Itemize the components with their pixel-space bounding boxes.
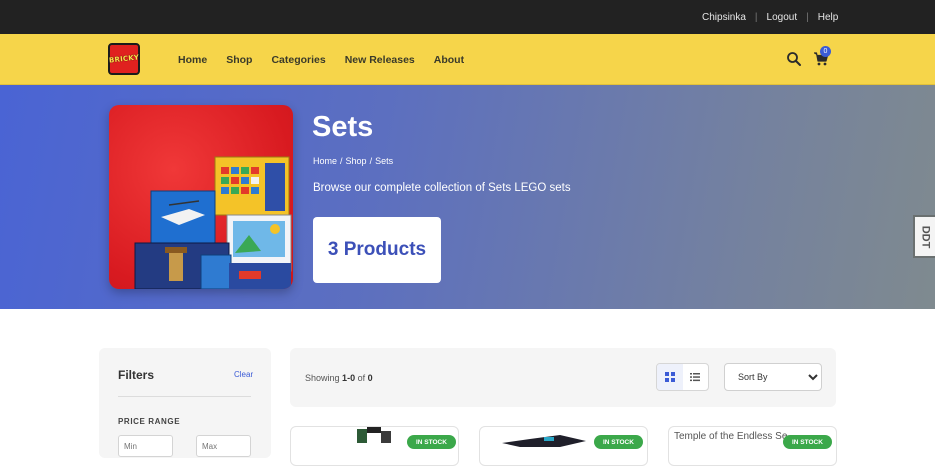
filters-title: Filters <box>118 368 155 382</box>
max-price-input[interactable] <box>196 435 251 457</box>
side-feedback-tab[interactable]: DDT <box>913 215 935 258</box>
list-view-button[interactable] <box>683 364 709 390</box>
separator: | <box>754 11 758 23</box>
view-toggle <box>656 363 709 391</box>
product-card[interactable]: IN STOCK <box>479 426 648 466</box>
nav-item-new-releases[interactable]: New Releases <box>345 54 415 66</box>
range-end: 0 <box>350 373 356 383</box>
side-tab-label: DDT <box>919 225 932 248</box>
breadcrumb-current: Sets <box>375 156 394 166</box>
results-total: 0 <box>367 373 373 383</box>
breadcrumb-separator: / <box>340 156 343 166</box>
breadcrumb-separator: / <box>369 156 373 166</box>
min-price-input[interactable] <box>118 435 173 457</box>
product-card[interactable]: IN STOCK <box>290 426 459 466</box>
showing-prefix: Showing <box>305 373 340 383</box>
price-range-label: PRICE RANGE <box>118 417 181 426</box>
account-links: Chipsinka | Logout | Help <box>702 0 838 34</box>
category-hero: Sets Home / Shop / Sets Browse our compl… <box>0 85 935 309</box>
lego-boxes-illustration <box>134 156 292 289</box>
filters-panel: Filters Clear PRICE RANGE <box>99 348 271 458</box>
grid-icon <box>664 372 675 382</box>
logo-text: BRICKY <box>108 53 140 65</box>
broken-image-alt: Temple of the Endless Se <box>674 431 788 442</box>
separator: | <box>806 11 809 23</box>
of-word: of <box>357 373 366 383</box>
product-image <box>357 427 391 443</box>
nav-menu: Home Shop Categories New Releases About <box>178 34 464 85</box>
breadcrumb-home[interactable]: Home <box>313 156 337 166</box>
top-utility-bar: Chipsinka | Logout | Help <box>0 0 935 34</box>
product-count: 3 Products <box>327 239 427 260</box>
nav-item-about[interactable]: About <box>434 54 464 66</box>
logout-link[interactable]: Logout <box>767 12 798 23</box>
category-image <box>109 105 293 289</box>
list-icon <box>690 373 701 382</box>
page-title: Sets <box>312 111 374 143</box>
cart-count-badge: 0 <box>820 46 831 57</box>
breadcrumb: Home / Shop / Sets <box>313 156 393 166</box>
nav-item-shop[interactable]: Shop <box>226 54 252 66</box>
brand-logo[interactable]: BRICKY <box>108 43 140 75</box>
main-navigation: BRICKY Home Shop Categories New Releases… <box>0 34 935 85</box>
category-description: Browse our complete collection of Sets L… <box>313 182 571 194</box>
help-link[interactable]: Help <box>818 12 839 23</box>
nav-item-categories[interactable]: Categories <box>271 54 325 66</box>
clear-filters-link[interactable]: Clear <box>234 370 253 379</box>
product-count-card: 3 Products <box>313 217 441 283</box>
product-card[interactable]: Temple of the Endless Se IN STOCK <box>668 426 837 466</box>
breadcrumb-shop[interactable]: Shop <box>346 156 367 166</box>
results-summary: Showing 1-0 of 0 <box>305 373 373 383</box>
product-image <box>502 435 586 447</box>
results-toolbar: Showing 1-0 of 0 Sort By <box>290 348 836 407</box>
username-link[interactable]: Chipsinka <box>702 12 746 23</box>
search-icon[interactable] <box>786 51 802 67</box>
divider <box>118 396 251 397</box>
nav-item-home[interactable]: Home <box>178 54 207 66</box>
sort-select[interactable]: Sort By <box>724 363 822 391</box>
grid-view-button[interactable] <box>657 364 683 390</box>
